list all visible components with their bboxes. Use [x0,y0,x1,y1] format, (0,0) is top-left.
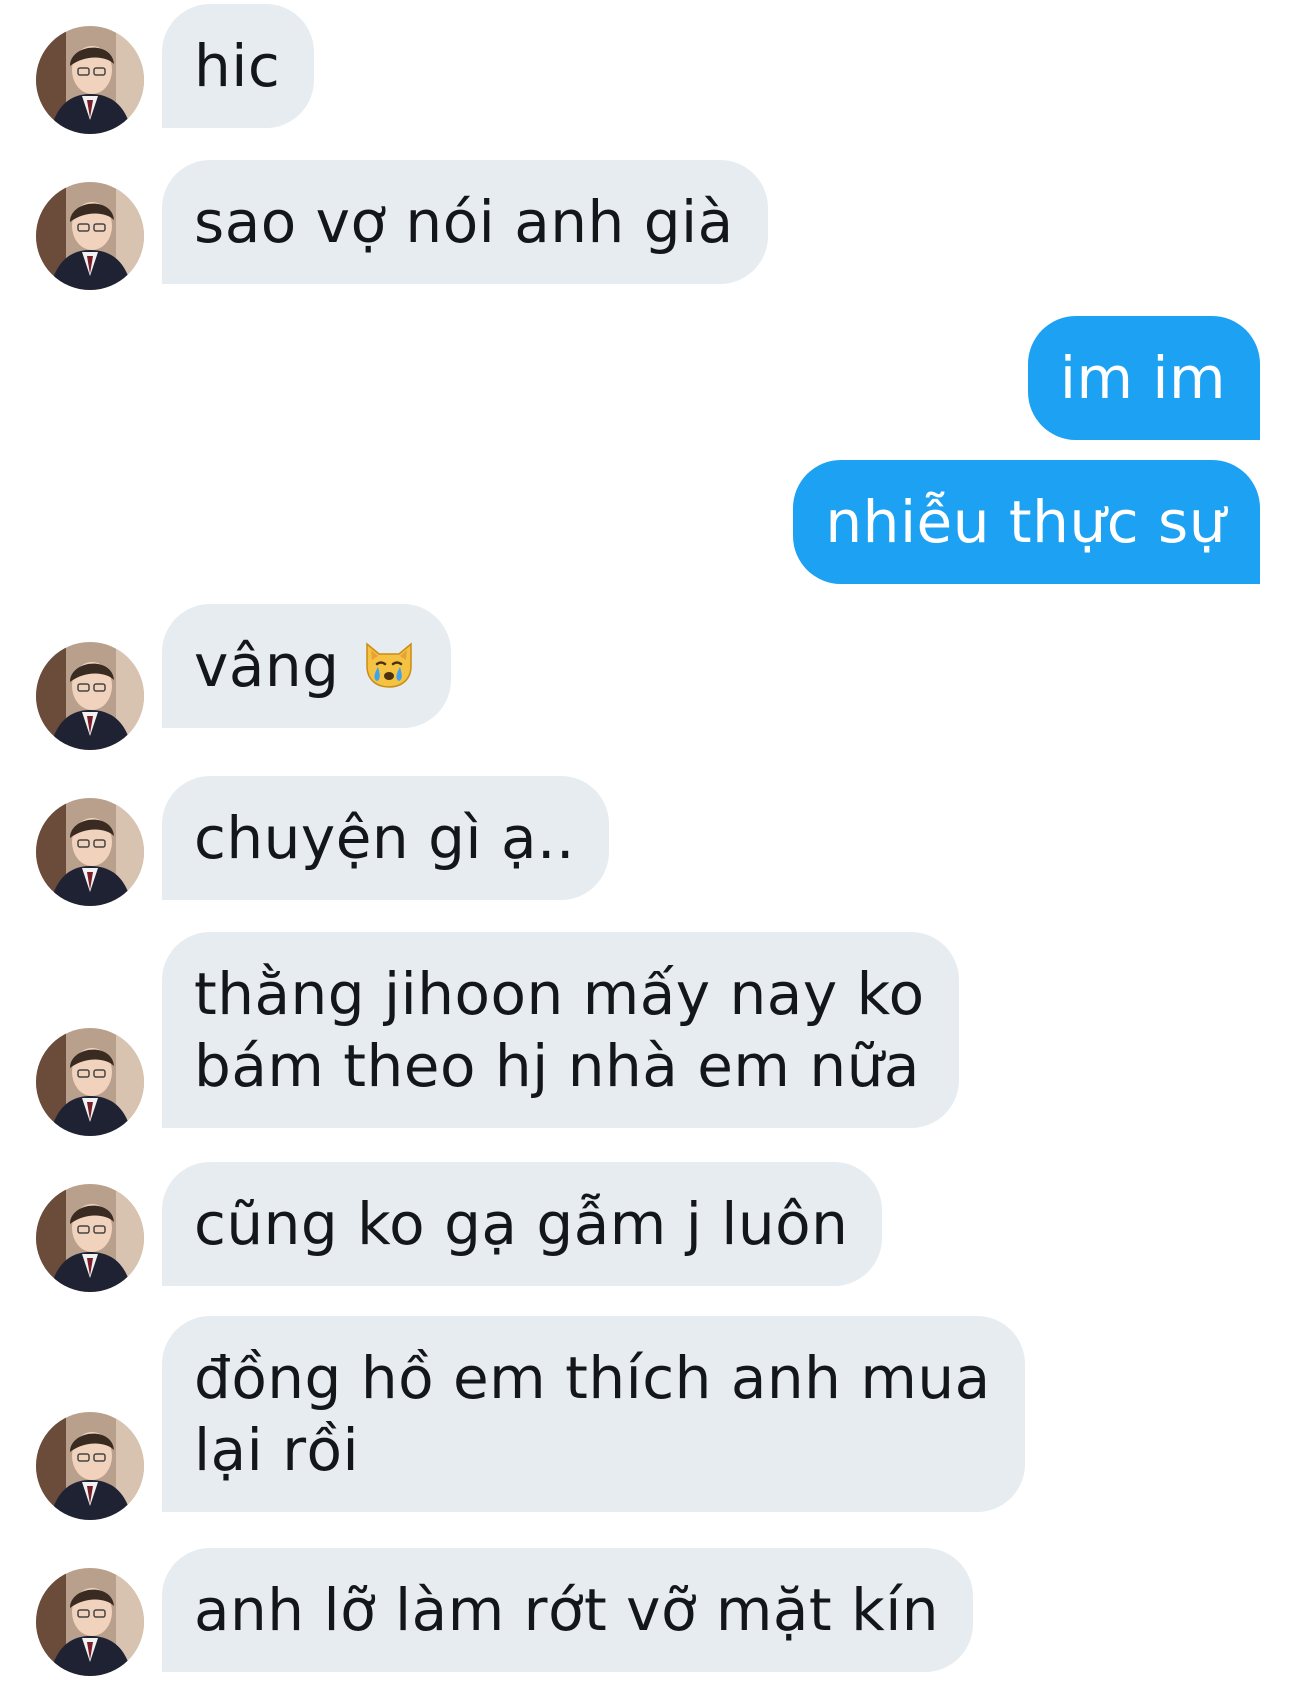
user-photo-icon [36,26,144,134]
message-text: hic [194,32,281,100]
message-text: im im [1059,344,1226,412]
message-bubble-incoming[interactable]: đồng hồ em thích anh mua lại rồi [162,1316,1025,1512]
message-thread: hic sao vợ nói anh già im im nhiễu thực … [0,0,1290,1690]
message-text: cũng ko gạ gẫm j luôn [194,1190,849,1258]
message-bubble-outgoing[interactable]: nhiễu thực sự [793,460,1260,584]
message-text: chuyện gì ạ.. [194,804,575,872]
user-photo-icon [36,1028,144,1136]
avatar[interactable] [36,26,144,134]
message-text: nhiễu thực sự [825,488,1226,556]
user-photo-icon [36,1412,144,1520]
message-text: bám theo hj nhà em nữa [194,1032,920,1100]
avatar[interactable] [36,182,144,290]
message-text: thằng jihoon mấy nay ko [194,960,925,1028]
message-bubble-incoming[interactable]: thằng jihoon mấy nay ko bám theo hj nhà … [162,932,959,1128]
message-text: sao vợ nói anh già [194,188,734,256]
user-photo-icon [36,1184,144,1292]
message-text: đồng hồ em thích anh mua [194,1344,991,1412]
message-text: anh lỡ làm rớt vỡ mặt kín [194,1576,940,1644]
user-photo-icon [36,798,144,906]
message-bubble-incoming[interactable]: sao vợ nói anh già [162,160,768,284]
avatar[interactable] [36,1184,144,1292]
avatar[interactable] [36,642,144,750]
avatar[interactable] [36,798,144,906]
user-photo-icon [36,182,144,290]
message-bubble-incoming[interactable]: vâng [162,604,452,728]
message-text: vâng [194,632,340,700]
message-bubble-incoming[interactable]: chuyện gì ạ.. [162,776,609,900]
avatar[interactable] [36,1412,144,1520]
message-bubble-incoming[interactable]: cũng ko gạ gẫm j luôn [162,1162,883,1286]
avatar[interactable] [36,1568,144,1676]
crying-cat-face-icon [361,634,417,690]
user-photo-icon [36,1568,144,1676]
message-bubble-incoming[interactable]: hic [162,4,315,128]
message-bubble-incoming[interactable]: anh lỡ làm rớt vỡ mặt kín [162,1548,974,1672]
user-photo-icon [36,642,144,750]
message-bubble-outgoing[interactable]: im im [1027,316,1260,440]
avatar[interactable] [36,1028,144,1136]
message-text: lại rồi [194,1416,360,1484]
